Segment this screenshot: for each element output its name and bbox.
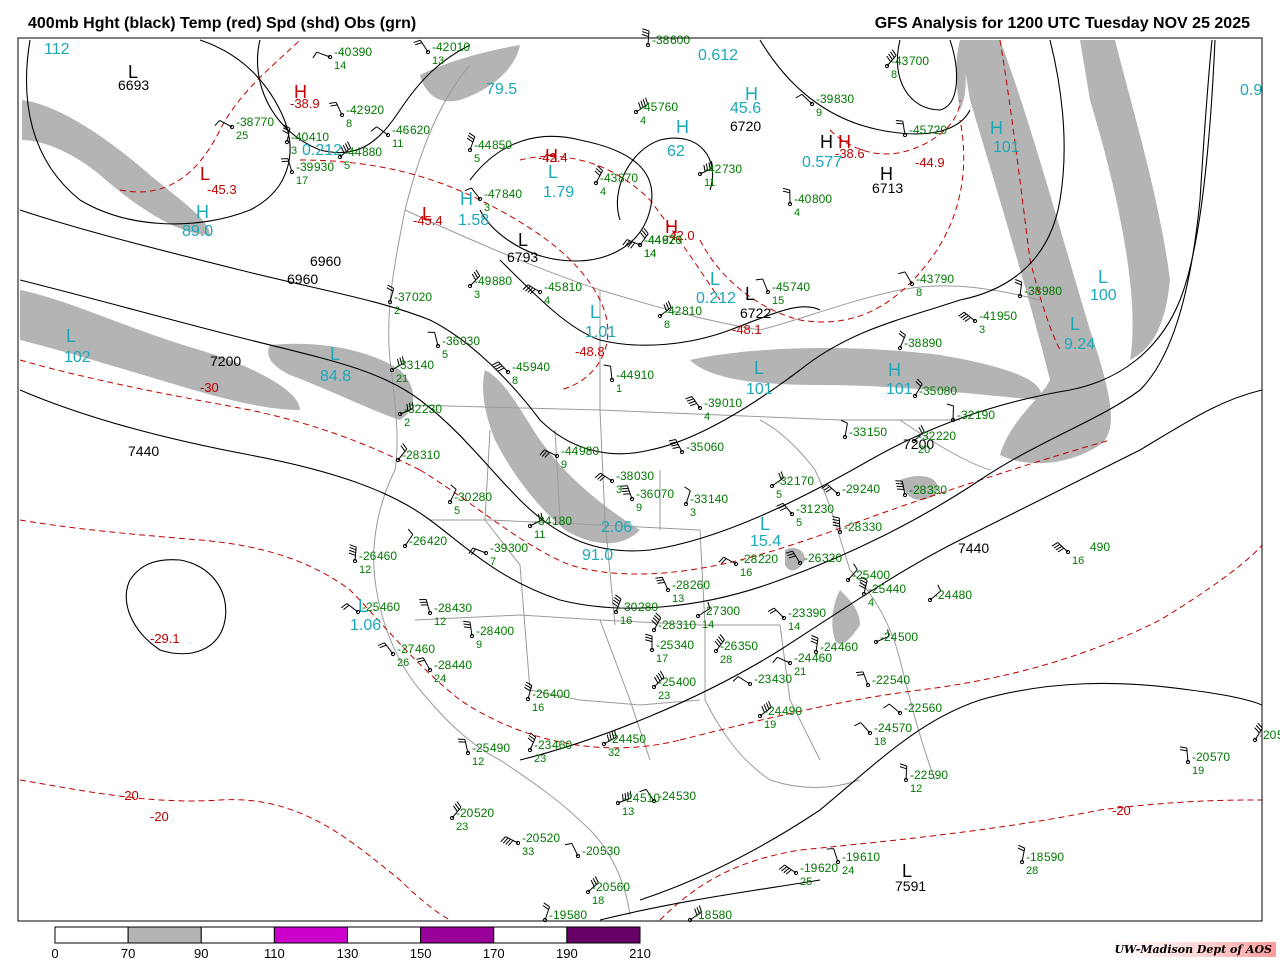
colorbar-tick-label: 210 xyxy=(629,946,651,960)
colorbar-tick-label: 150 xyxy=(410,946,432,960)
colorbar-tick-label: 0 xyxy=(51,946,58,960)
colorbar-tick-label: 110 xyxy=(264,946,285,960)
colorbar-tick-label: 170 xyxy=(483,946,505,960)
colorbar-segment xyxy=(127,926,202,944)
colorbar-segment xyxy=(54,926,129,944)
colorbar-segment xyxy=(273,926,348,944)
colorbar-tick-label: 70 xyxy=(121,946,135,960)
map-title-left: 400mb Hght (black) Temp (red) Spd (shd) … xyxy=(28,15,417,32)
colorbar-segment xyxy=(493,926,568,944)
colorbar-segment xyxy=(420,926,495,944)
colorbar-tick-label: 90 xyxy=(194,946,208,960)
colorbar-segment xyxy=(347,926,422,944)
colorbar-segment xyxy=(200,926,275,944)
speed-colorbar: 0 70 90 110 130 150 170 190 210 xyxy=(51,926,651,960)
colorbar-segment xyxy=(566,926,641,944)
colorbar-tick-label: 130 xyxy=(337,946,359,960)
colorbar-tick-label: 190 xyxy=(556,946,578,960)
credit-label: UW-Madison Dept of AOS xyxy=(1110,942,1276,957)
map-title-right: GFS Analysis for 1200 UTC Tuesday NOV 25… xyxy=(874,15,1250,32)
